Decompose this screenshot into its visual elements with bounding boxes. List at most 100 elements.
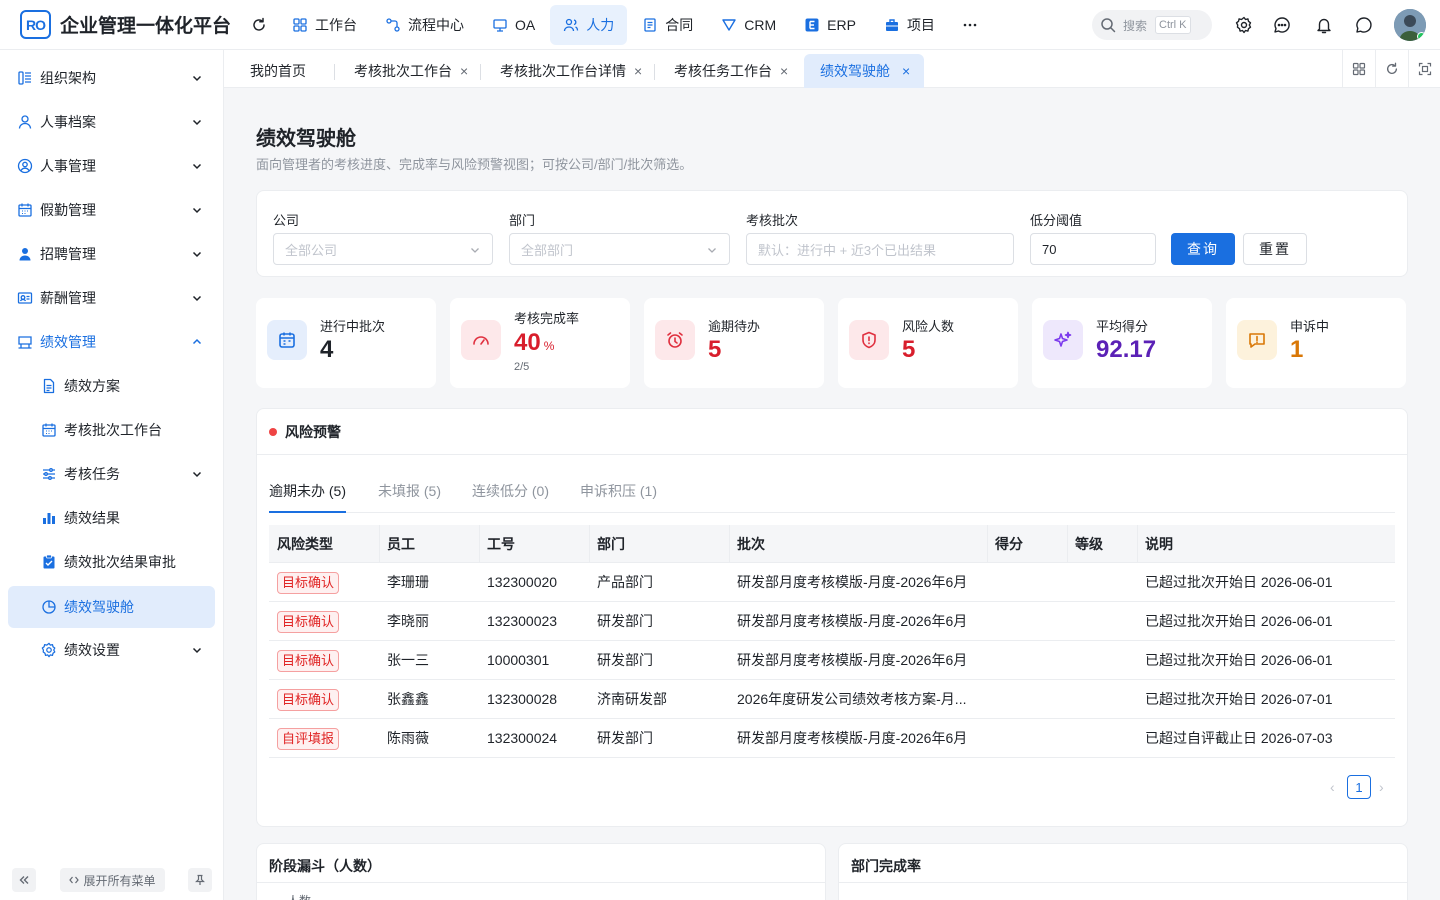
nav-label: 流程中心 <box>408 16 465 33</box>
crm-icon <box>721 17 744 33</box>
risk-tab-overdue[interactable]: 逾期未办 (5) <box>269 481 346 501</box>
fullscreen-icon <box>1418 62 1432 76</box>
more-icon[interactable] <box>950 5 990 45</box>
salary-icon <box>17 290 33 306</box>
pager-prev-icon[interactable]: ‹ <box>1330 779 1335 795</box>
tab-label: 考核批次工作台 <box>354 63 452 79</box>
tab-batch-workbench[interactable]: 考核批次工作台 × <box>354 54 468 88</box>
gear-icon[interactable] <box>1233 14 1255 36</box>
table-row[interactable]: 目标确认 张一三 10000301 研发部门 研发部月度考核模版-月度-2026… <box>269 641 1395 680</box>
sidebar-item-org[interactable]: 组织架构 <box>8 57 215 99</box>
cell-note: 已超过批次开始日 2026-07-01 <box>1145 691 1333 707</box>
company-select[interactable]: 全部公司 <box>273 233 493 265</box>
calendar-icon <box>41 422 57 438</box>
nav-project[interactable]: 项目 <box>871 5 948 45</box>
sidebar-item-perf-cockpit[interactable]: 绩效驾驶舱 <box>8 586 215 628</box>
chevron-down-icon <box>191 292 203 304</box>
clipboard-check-icon <box>41 554 57 570</box>
sidebar-item-recruitment[interactable]: 招聘管理 <box>8 233 215 275</box>
cell-grade <box>1067 602 1137 641</box>
tab-home[interactable]: 我的首页 <box>250 54 306 88</box>
close-icon[interactable]: × <box>780 63 788 79</box>
col-emp-id[interactable]: 工号 <box>479 525 515 563</box>
col-risk-type[interactable]: 风险类型 <box>269 525 333 563</box>
tab-refresh-button[interactable] <box>1375 50 1408 88</box>
col-score[interactable]: 得分 <box>987 525 1023 563</box>
search-placeholder: 搜索 <box>1123 18 1148 33</box>
tab-label: 考核任务工作台 <box>674 63 772 79</box>
tab-fullscreen-button[interactable] <box>1408 50 1440 88</box>
global-search[interactable]: 搜索 Ctrl K <box>1092 10 1212 40</box>
sidebar-item-perf-plan[interactable]: 绩效方案 <box>8 365 215 407</box>
table-row[interactable]: 自评填报 陈雨薇 132300024 研发部门 研发部月度考核模版-月度-202… <box>269 719 1395 758</box>
pin-sidebar-button[interactable] <box>188 868 212 892</box>
people-icon <box>563 17 586 33</box>
risk-tab-appeal-backlog[interactable]: 申诉积压 (1) <box>580 481 657 501</box>
chat-icon[interactable] <box>1271 14 1293 36</box>
contract-icon <box>642 17 665 33</box>
table-row[interactable]: 目标确认 张鑫鑫 132300028 济南研发部 2026年度研发公司绩效考核方… <box>269 680 1395 719</box>
batch-input[interactable]: 默认：进行中 + 近3个已出结果 <box>746 233 1014 265</box>
refresh-icon[interactable] <box>249 15 269 35</box>
risk-tab-unfilled[interactable]: 未填报 (5) <box>378 481 441 501</box>
col-department[interactable]: 部门 <box>589 525 625 563</box>
nav-contract[interactable]: 合同 <box>629 5 706 45</box>
sidebar-item-result-approval[interactable]: 绩效批次结果审批 <box>8 541 215 583</box>
col-batch[interactable]: 批次 <box>729 525 765 563</box>
table-row[interactable]: 目标确认 李晓丽 132300023 研发部门 研发部月度考核模版-月度-202… <box>269 602 1395 641</box>
user-avatar[interactable] <box>1394 9 1426 41</box>
cell-grade <box>1067 719 1137 758</box>
bell-icon[interactable] <box>1313 14 1335 36</box>
pager-next-icon[interactable]: › <box>1379 779 1384 795</box>
col-note[interactable]: 说明 <box>1137 525 1173 563</box>
message-icon[interactable] <box>1353 14 1375 36</box>
expand-all-menus-button[interactable]: 展开所有菜单 <box>60 868 165 892</box>
tab-perf-cockpit[interactable]: 绩效驾驶舱 × <box>804 54 925 88</box>
col-grade[interactable]: 等级 <box>1067 525 1103 563</box>
nav-hr[interactable]: 人力 <box>550 4 628 45</box>
table-row[interactable]: 目标确认 李珊珊 132300020 产品部门 研发部月度考核模版-月度-202… <box>269 563 1395 602</box>
col-employee[interactable]: 员工 <box>379 525 415 563</box>
close-icon[interactable]: × <box>634 63 642 79</box>
query-button[interactable]: 查询 <box>1171 233 1235 265</box>
grid-icon <box>1352 62 1366 76</box>
app-logo[interactable]: RO 企业管理一体化平台 <box>20 10 231 39</box>
sidebar-item-salary[interactable]: 薪酬管理 <box>8 277 215 319</box>
sidebar-item-personnel-mgmt[interactable]: 人事管理 <box>8 145 215 187</box>
cell-risk-type: 自评填报 <box>269 719 379 758</box>
department-select[interactable]: 全部部门 <box>509 233 730 265</box>
close-icon[interactable]: × <box>460 63 468 79</box>
sidebar-item-assess-task[interactable]: 考核任务 <box>8 453 215 495</box>
tab-overview-button[interactable] <box>1342 50 1375 88</box>
sidebar-item-performance[interactable]: 绩效管理 <box>8 321 215 363</box>
nav-crm[interactable]: CRM <box>708 5 789 45</box>
sidebar-item-label: 绩效管理 <box>40 334 96 350</box>
cell-note: 已超过批次开始日 2026-06-01 <box>1145 574 1333 590</box>
cell-batch: 研发部月度考核模版-月度-2026年6月 <box>737 652 968 668</box>
company-label: 公司 <box>273 213 300 228</box>
sparkle-icon <box>1043 320 1083 360</box>
nav-workbench[interactable]: 工作台 <box>279 5 370 45</box>
risk-tab-low-score[interactable]: 连续低分 (0) <box>472 481 549 501</box>
collapse-sidebar-button[interactable] <box>12 868 36 892</box>
sidebar-item-personnel-files[interactable]: 人事档案 <box>8 101 215 143</box>
tab-task-workbench[interactable]: 考核任务工作台 × <box>674 54 788 88</box>
nav-erp[interactable]: ERP <box>791 5 869 45</box>
pager-page-1[interactable]: 1 <box>1347 775 1371 799</box>
sidebar-item-perf-settings[interactable]: 绩效设置 <box>8 629 215 671</box>
sidebar-item-attendance[interactable]: 假勤管理 <box>8 189 215 231</box>
reset-button[interactable]: 重置 <box>1243 233 1307 265</box>
threshold-label: 低分阈值 <box>1030 213 1083 228</box>
threshold-input[interactable]: 70 <box>1030 233 1156 265</box>
erp-icon <box>804 17 827 33</box>
sidebar-item-label: 考核任务 <box>64 466 120 482</box>
close-icon[interactable]: × <box>902 63 910 79</box>
cell-score <box>987 602 1067 641</box>
card-divider <box>839 882 1407 883</box>
tab-label: 绩效驾驶舱 <box>820 63 890 79</box>
nav-oa[interactable]: OA <box>479 5 548 45</box>
tab-batch-workbench-detail[interactable]: 考核批次工作台详情 × <box>500 54 642 88</box>
nav-flow-center[interactable]: 流程中心 <box>372 5 477 45</box>
sidebar-item-perf-result[interactable]: 绩效结果 <box>8 497 215 539</box>
sidebar-item-batch-workbench[interactable]: 考核批次工作台 <box>8 409 215 451</box>
